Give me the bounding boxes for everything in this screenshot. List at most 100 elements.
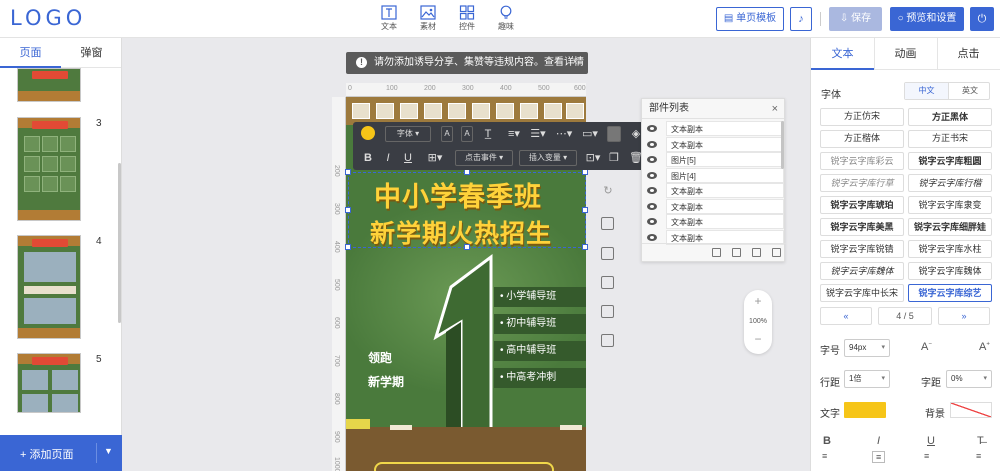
font-option[interactable]: 锐字云字库美黑 bbox=[820, 218, 904, 236]
font-option[interactable]: 方正仿宋 bbox=[820, 108, 904, 126]
play-icon[interactable] bbox=[601, 217, 614, 230]
page-thumbnail-2[interactable] bbox=[17, 68, 81, 102]
font-select[interactable]: 字体 ▾ bbox=[385, 126, 431, 142]
copy-page-icon[interactable] bbox=[601, 247, 614, 260]
bold-icon[interactable]: B bbox=[361, 150, 375, 166]
font-option[interactable]: 方正书宋 bbox=[908, 130, 992, 148]
italic-icon[interactable]: I bbox=[381, 150, 395, 166]
resize-handle[interactable] bbox=[345, 169, 351, 175]
font-option[interactable]: 锐字云字库行楷 bbox=[908, 174, 992, 192]
tab-popups[interactable]: 弹窗 bbox=[61, 38, 122, 68]
font-option[interactable]: 锐字云字库魏体 bbox=[820, 262, 904, 280]
image-fill-icon[interactable] bbox=[607, 126, 621, 142]
font-page-next-button[interactable]: » bbox=[938, 307, 990, 325]
font-option[interactable]: 锐字云字库隶变 bbox=[908, 196, 992, 214]
align-icon[interactable]: ≡▾ bbox=[505, 126, 523, 142]
lang-option-chinese[interactable]: 中文 bbox=[905, 83, 948, 99]
chevron-down-icon[interactable]: ▼ bbox=[104, 446, 113, 456]
download-icon[interactable] bbox=[601, 334, 614, 347]
spacing-icon[interactable]: ⋯▾ bbox=[553, 126, 575, 142]
position-icon[interactable]: ⊡▾ bbox=[583, 150, 603, 166]
list-icon[interactable]: ☰▾ bbox=[529, 126, 547, 142]
music-button[interactable]: ♪ bbox=[790, 7, 812, 31]
single-page-template-button[interactable]: ▤ 单页模板 bbox=[716, 7, 784, 31]
copy-icon[interactable]: ❐ bbox=[607, 150, 621, 166]
insert-material-tool[interactable]: 素材 bbox=[413, 5, 443, 32]
align-right-icon[interactable]: ≡ bbox=[924, 451, 929, 461]
delete-icon[interactable] bbox=[772, 248, 781, 257]
eye-icon[interactable] bbox=[647, 140, 657, 148]
font-size-increase-icon[interactable]: A+ bbox=[979, 341, 990, 353]
background-color-swatch[interactable] bbox=[950, 402, 992, 418]
font-size-select[interactable]: 94px ▾ bbox=[844, 339, 890, 357]
underline-icon[interactable]: U bbox=[401, 150, 415, 166]
italic-icon[interactable]: I bbox=[877, 435, 880, 447]
bullet-item[interactable]: • 小学辅导班 bbox=[494, 287, 586, 307]
insert-fun-tool[interactable]: 趣味 bbox=[491, 5, 521, 32]
align-left-icon[interactable]: ≡ bbox=[822, 451, 827, 461]
power-button[interactable]: ⏻ bbox=[970, 7, 994, 31]
align-center-icon[interactable]: ≡ bbox=[872, 451, 886, 463]
align-justify-icon[interactable]: ≡ bbox=[976, 451, 981, 461]
parts-list-item[interactable]: 图片[5] bbox=[642, 152, 786, 168]
eye-icon[interactable] bbox=[647, 233, 657, 241]
eye-icon[interactable] bbox=[647, 202, 657, 210]
eye-icon[interactable] bbox=[647, 187, 657, 194]
tab-animation[interactable]: 动画 bbox=[874, 38, 937, 70]
resize-handle[interactable] bbox=[464, 244, 470, 250]
bullet-item[interactable]: • 中高考冲刺 bbox=[494, 368, 586, 388]
border-icon[interactable]: ⊞▾ bbox=[425, 150, 445, 166]
resize-handle[interactable] bbox=[345, 244, 351, 250]
clear-format-icon[interactable]: T̲ bbox=[481, 126, 495, 142]
font-option[interactable]: 锐字云字库魏体 bbox=[908, 262, 992, 280]
save-button[interactable]: ⇩ 保存 bbox=[829, 7, 882, 31]
bullet-item[interactable]: • 初中辅导班 bbox=[494, 314, 586, 334]
text-color-swatch[interactable] bbox=[844, 402, 886, 418]
layer-icon[interactable]: ▭▾ bbox=[581, 126, 599, 142]
font-size-decrease-icon[interactable]: A− bbox=[921, 341, 932, 353]
parts-list-item[interactable]: 图片[4] bbox=[642, 167, 786, 184]
line-height-select[interactable]: 1倍 ▾ bbox=[844, 370, 890, 388]
add-page-button[interactable]: + 添加页面 ▼ bbox=[0, 435, 122, 471]
font-option[interactable]: 锐字云字库琥珀 bbox=[820, 196, 904, 214]
eye-icon[interactable] bbox=[647, 171, 657, 179]
font-option[interactable]: 锐字云字库行草 bbox=[820, 174, 904, 192]
mobile-preview-icon[interactable] bbox=[601, 305, 614, 318]
font-option-selected[interactable]: 锐字云字库综艺 bbox=[908, 284, 992, 302]
eye-icon[interactable] bbox=[647, 125, 657, 132]
tab-click[interactable]: 点击 bbox=[937, 38, 1000, 70]
redo-icon[interactable]: ↻ bbox=[601, 184, 615, 197]
page-thumbnail-4[interactable] bbox=[17, 235, 81, 339]
font-option[interactable]: 锐字云字库水柱 bbox=[908, 240, 992, 258]
tab-text[interactable]: 文本 bbox=[811, 38, 874, 70]
page-thumbnail-5[interactable] bbox=[17, 353, 81, 413]
eye-icon[interactable] bbox=[647, 218, 657, 225]
parts-list-item[interactable]: 文本副本 bbox=[642, 198, 786, 215]
font-option[interactable]: 方正楷体 bbox=[820, 130, 904, 148]
close-icon[interactable]: × bbox=[572, 52, 578, 74]
zoom-out-button[interactable]: − bbox=[744, 332, 772, 346]
resize-handle[interactable] bbox=[582, 207, 588, 213]
lead-text-line2[interactable]: 新学期 bbox=[368, 373, 404, 390]
font-option[interactable]: 锐字云字库粗圆 bbox=[908, 152, 992, 170]
zoom-in-button[interactable]: + bbox=[744, 294, 772, 308]
resize-handle[interactable] bbox=[582, 244, 588, 250]
parts-list-scrollbar[interactable] bbox=[781, 121, 784, 169]
parts-list-item[interactable]: 文本副本 bbox=[642, 183, 786, 199]
tab-pages[interactable]: 页面 bbox=[0, 38, 61, 68]
lang-option-english[interactable]: 英文 bbox=[948, 83, 991, 99]
parts-list-item[interactable]: 文本副本 bbox=[642, 121, 786, 137]
font-size-up-button[interactable]: A bbox=[441, 126, 453, 142]
parts-list-item[interactable]: 文本副本 bbox=[642, 136, 786, 153]
font-option[interactable]: 锐字云字库彩云 bbox=[820, 152, 904, 170]
close-icon[interactable]: × bbox=[772, 99, 778, 119]
strikethrough-icon[interactable]: T̶ bbox=[977, 435, 984, 447]
font-size-down-button[interactable]: A bbox=[461, 126, 473, 142]
move-up-icon[interactable] bbox=[712, 248, 721, 257]
letter-spacing-select[interactable]: 0% ▾ bbox=[946, 370, 992, 388]
resize-handle[interactable] bbox=[345, 207, 351, 213]
font-option[interactable]: 锐字云字库中长宋 bbox=[820, 284, 904, 302]
selection-box[interactable] bbox=[345, 169, 588, 250]
policy-notice-text[interactable]: 请勿添加诱导分享、集赞等违规内容。查看详情 bbox=[374, 52, 584, 74]
bold-icon[interactable]: B bbox=[823, 435, 831, 447]
